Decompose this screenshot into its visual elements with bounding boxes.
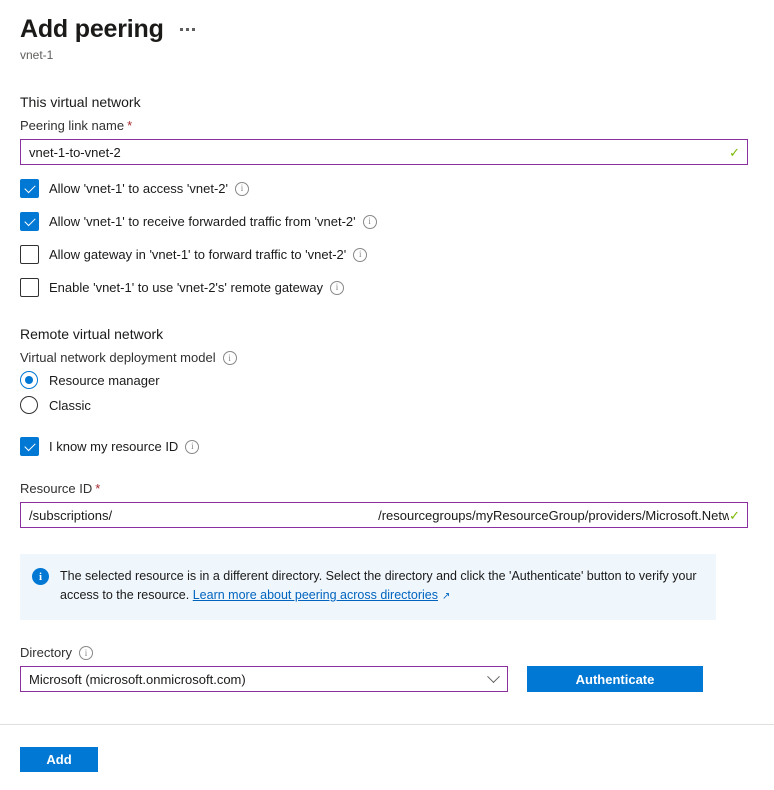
external-link-icon[interactable]: ↗ (442, 587, 450, 606)
checkbox-label: Allow 'vnet-1' to access 'vnet-2' i (49, 180, 250, 198)
checkbox-use-remote-gateway[interactable]: Enable 'vnet-1' to use 'vnet-2's' remote… (20, 278, 754, 297)
selected-directory: Microsoft (microsoft.onmicrosoft.com) (29, 671, 246, 687)
checkbox-allow-forwarded-traffic[interactable]: Allow 'vnet-1' to receive forwarded traf… (20, 212, 754, 231)
directory-label: Directory i (20, 644, 754, 662)
blade-header: Add peering vnet-1 (0, 0, 774, 63)
authenticate-button[interactable]: Authenticate (527, 666, 703, 692)
required-asterisk: * (95, 481, 101, 496)
required-asterisk: * (127, 118, 133, 133)
peering-link-name-input[interactable]: vnet-1-to-vnet-2 ✓ (20, 139, 748, 165)
learn-more-link[interactable]: Learn more about peering across director… (193, 588, 438, 602)
label-text: Allow 'vnet-1' to receive forwarded traf… (49, 213, 356, 229)
title-row: Add peering (20, 14, 754, 44)
valid-check-icon: ✓ (729, 507, 740, 523)
checkbox-label: Enable 'vnet-1' to use 'vnet-2's' remote… (49, 279, 345, 297)
valid-check-icon: ✓ (729, 144, 740, 160)
label-text: Allow 'vnet-1' to access 'vnet-2' (49, 180, 229, 196)
directory-block: Directory i Microsoft (microsoft.onmicro… (20, 644, 754, 692)
blade-subtitle: vnet-1 (20, 48, 54, 62)
label-text: Resource ID (20, 481, 93, 496)
form-body: This virtual network Peering link name *… (0, 92, 774, 692)
checkbox-label: Allow 'vnet-1' to receive forwarded traf… (49, 213, 377, 231)
resource-id-value: /subscriptions/ /resourcegroups/myResour… (21, 508, 729, 523)
label-text: Allow gateway in 'vnet-1' to forward tra… (49, 246, 347, 262)
checkbox-allow-gateway-forward[interactable]: Allow gateway in 'vnet-1' to forward tra… (20, 245, 754, 264)
label-text: Enable 'vnet-1' to use 'vnet-2's' remote… (49, 279, 324, 295)
more-options-icon[interactable] (178, 26, 197, 33)
radio-classic[interactable]: Classic (20, 396, 754, 414)
chevron-down-icon[interactable] (487, 669, 500, 683)
label-text: Virtual network deployment model (20, 350, 216, 365)
checkbox-box[interactable] (20, 212, 39, 231)
label-text: Directory (20, 645, 73, 660)
radio-circle[interactable] (20, 396, 38, 414)
add-peering-blade: Add peering vnet-1 This virtual network … (0, 0, 774, 790)
info-icon[interactable]: i (79, 646, 94, 660)
deployment-model-label: Virtual network deployment model i (20, 349, 754, 367)
directory-info-banner: i The selected resource is in a differen… (20, 554, 716, 620)
section-this-virtual-network: This virtual network (20, 94, 141, 110)
peering-link-name-label: Peering link name * (20, 117, 754, 135)
resource-id-suffix: /resourcegroups/myResourceGroup/provider… (378, 507, 730, 523)
resource-id-prefix: /subscriptions/ (29, 507, 113, 523)
info-circle-icon: i (32, 568, 49, 585)
info-icon[interactable]: i (185, 439, 200, 454)
footer-divider (0, 724, 774, 725)
checkbox-know-resource-id[interactable]: I know my resource ID i (20, 437, 754, 456)
banner-text: The selected resource is in a different … (60, 567, 702, 606)
checkbox-box[interactable] (20, 245, 39, 264)
info-icon[interactable]: i (330, 280, 345, 295)
checkbox-box[interactable] (20, 437, 39, 456)
add-button[interactable]: Add (20, 747, 98, 772)
radio-resource-manager[interactable]: Resource manager (20, 371, 754, 389)
dot (185, 28, 189, 31)
info-icon[interactable]: i (235, 181, 250, 196)
checkbox-box[interactable] (20, 278, 39, 297)
section-remote-virtual-network: Remote virtual network (20, 326, 164, 342)
checkbox-label: I know my resource ID i (49, 438, 200, 456)
directory-select[interactable]: Microsoft (microsoft.onmicrosoft.com) (20, 666, 508, 692)
label-text: Peering link name (20, 118, 125, 133)
info-icon[interactable]: i (362, 214, 377, 229)
dot (179, 28, 183, 31)
radio-circle[interactable] (20, 371, 38, 389)
directory-row: Microsoft (microsoft.onmicrosoft.com) Au… (20, 666, 754, 692)
radio-label: Classic (49, 397, 91, 413)
dot (191, 28, 195, 31)
label-text: I know my resource ID (49, 438, 179, 454)
info-icon[interactable]: i (222, 351, 237, 365)
info-icon[interactable]: i (353, 247, 368, 262)
page-title: Add peering (20, 15, 164, 43)
input-value: vnet-1-to-vnet-2 (29, 144, 121, 160)
radio-label: Resource manager (49, 372, 160, 388)
checkbox-label: Allow gateway in 'vnet-1' to forward tra… (49, 246, 368, 264)
resource-id-label: Resource ID * (20, 480, 754, 498)
footer-actions: Add (20, 747, 98, 772)
checkbox-allow-access[interactable]: Allow 'vnet-1' to access 'vnet-2' i (20, 179, 754, 198)
resource-id-input[interactable]: /subscriptions/ /resourcegroups/myResour… (20, 502, 748, 528)
checkbox-box[interactable] (20, 179, 39, 198)
